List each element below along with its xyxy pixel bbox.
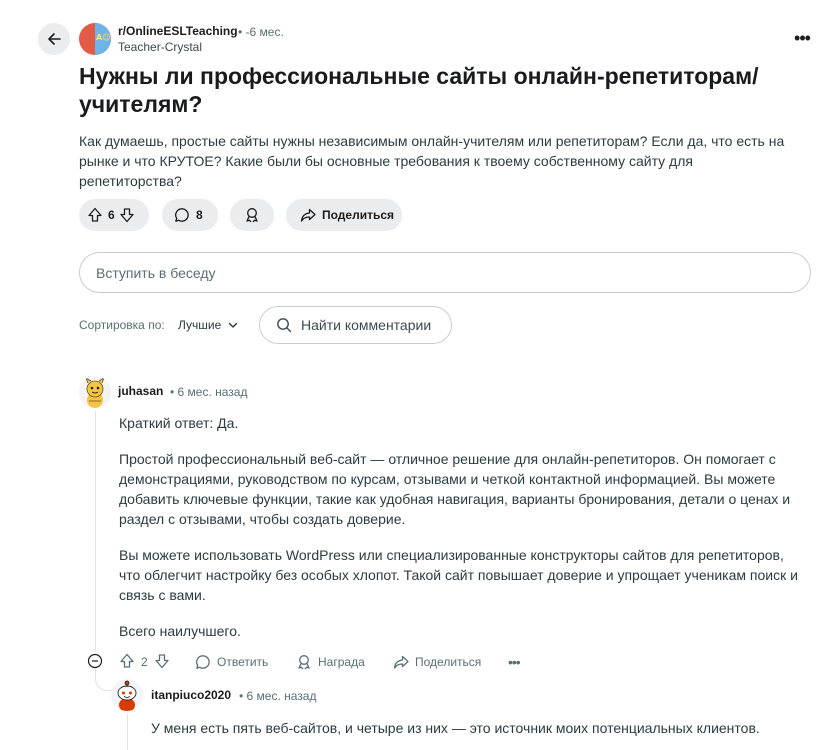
comment-avatar[interactable] (79, 376, 111, 408)
more-icon: ••• (794, 27, 811, 48)
comment-icon (175, 208, 189, 222)
chevron-down-icon (229, 322, 238, 328)
comment-paragraph: Всего наилучшего. (119, 623, 241, 639)
comment-time: • 6 мес. назад (170, 385, 248, 399)
comment-paragraph: Простой профессиональный веб-сайт — отли… (119, 451, 791, 527)
join-conversation-input[interactable]: Вступить в беседу (79, 252, 811, 293)
comment-body: Краткий ответ: Да. Простой профессиональ… (119, 413, 809, 657)
share-icon (300, 208, 316, 222)
award-label: Награда (318, 655, 365, 669)
reply-connector (95, 669, 113, 691)
downvote-icon (155, 653, 169, 668)
subreddit-avatar[interactable]: A☺ (79, 23, 111, 55)
post-title: Нужны ли профессиональные сайты онлайн-р… (79, 63, 759, 117)
post-author[interactable]: Teacher-Crystal (118, 40, 202, 54)
collapse-icon (87, 653, 103, 669)
collapse-thread-button[interactable] (87, 653, 103, 669)
thread-line (127, 714, 128, 750)
search-icon (277, 318, 292, 333)
upvote-icon (88, 207, 102, 222)
upvote-icon (120, 653, 134, 668)
comment-time: • 6 мес. назад (239, 689, 317, 703)
snoo-avatar-icon (85, 377, 105, 408)
share-label: Поделиться (322, 208, 395, 222)
comment-share-button[interactable]: Поделиться (393, 652, 481, 672)
join-placeholder: Вступить в беседу (96, 264, 216, 281)
comment-paragraph: Вы можете использовать WordPress или спе… (119, 547, 798, 603)
back-button[interactable] (38, 23, 70, 55)
comment-author[interactable]: juhasan (118, 384, 163, 398)
subreddit-name[interactable]: r/OnlineESLTeaching (118, 24, 238, 38)
sort-value: Лучшие (178, 318, 222, 332)
comment-more-button[interactable]: ••• (508, 652, 521, 672)
comments-button[interactable]: 8 (162, 199, 218, 231)
upvote-button[interactable] (87, 207, 103, 223)
comment-body: У меня есть пять веб-сайтов, и четыре из… (151, 720, 760, 736)
avatar-text: A☺ (96, 33, 111, 42)
post-time: • -6 мес. (238, 25, 284, 39)
reply-button[interactable]: Ответить (195, 652, 268, 672)
comment-author[interactable]: itanpiuco2020 (151, 688, 231, 702)
thread-line (95, 411, 96, 651)
search-placeholder: Найти комментарии (301, 317, 432, 333)
award-icon (246, 208, 258, 223)
share-label: Поделиться (415, 655, 482, 669)
snoo-avatar-icon (117, 680, 137, 711)
comment-award-button[interactable]: Награда (296, 652, 365, 672)
downvote-icon (120, 208, 134, 223)
post-body: Как думаешь, простые сайты нужны независ… (79, 133, 785, 189)
comment-downvote-button[interactable] (154, 653, 170, 672)
search-comments-input[interactable]: Найти комментарии (259, 306, 452, 344)
more-icon: ••• (508, 654, 521, 670)
downvote-button[interactable] (119, 207, 135, 223)
comment-upvote-button[interactable] (119, 653, 135, 672)
sort-dropdown[interactable]: Лучшие (178, 318, 239, 332)
post-vote-pill: 6 (79, 199, 149, 231)
sort-label: Сортировка по: (79, 318, 165, 332)
comment-icon (196, 655, 210, 669)
reply-label: Ответить (217, 655, 269, 669)
award-button[interactable] (230, 199, 274, 231)
comment-avatar[interactable] (111, 679, 143, 711)
more-options-button[interactable]: ••• (790, 26, 814, 50)
comment-vote-group: 2 (119, 652, 170, 672)
share-button[interactable]: Поделиться (286, 199, 402, 231)
post-vote-count: 6 (108, 208, 115, 222)
comment-paragraph: Краткий ответ: Да. (119, 415, 239, 431)
share-icon (393, 655, 409, 669)
award-icon (298, 655, 310, 670)
comment-vote-count: 2 (141, 655, 148, 669)
back-arrow-icon (48, 33, 61, 45)
comments-count: 8 (196, 208, 203, 222)
